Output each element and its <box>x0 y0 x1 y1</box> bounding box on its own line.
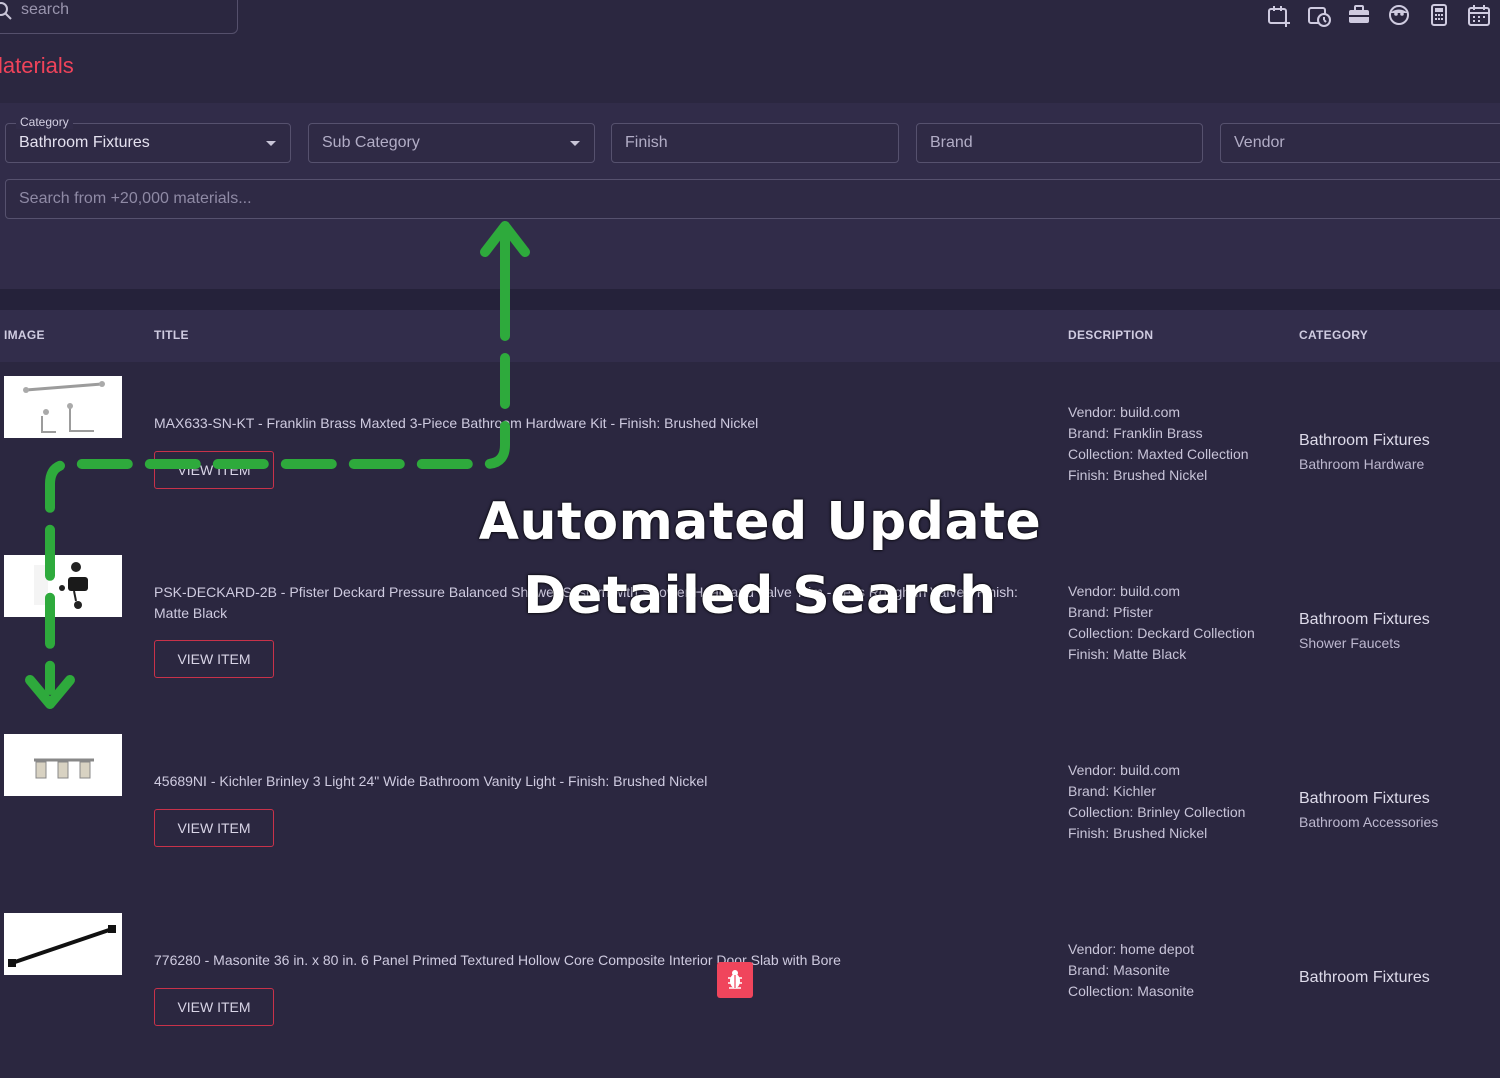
divider-band <box>0 289 1500 310</box>
calendar-plus-icon[interactable] <box>1266 2 1292 28</box>
bug-icon <box>728 970 742 989</box>
bug-report-button[interactable] <box>717 962 753 998</box>
desc-collection: Collection: Masonite <box>1068 983 1195 999</box>
item-title: 776280 - Masonite 36 in. x 80 in. 6 Pane… <box>154 952 841 968</box>
desc-collection: Collection: Brinley Collection <box>1068 804 1246 820</box>
subcategory-select[interactable]: Sub Category <box>308 123 595 163</box>
desc-collection: Collection: Deckard Collection <box>1068 625 1255 641</box>
finish-placeholder: Finish <box>625 134 668 151</box>
category-label: Category <box>16 115 73 129</box>
chevron-down-icon <box>570 141 580 146</box>
desc-brand: Brand: Kichler <box>1068 783 1156 799</box>
category-select[interactable]: Category Bathroom Fixtures <box>5 115 291 163</box>
desc-collection: Collection: Maxted Collection <box>1068 446 1249 462</box>
item-description: Vendor: build.com Brand: Franklin Brass … <box>1068 402 1249 486</box>
vendor-placeholder: Vendor <box>1234 134 1285 151</box>
item-title: 45689NI - Kichler Brinley 3 Light 24" Wi… <box>154 773 708 789</box>
item-title: MAX633-SN-KT - Franklin Brass Maxted 3-P… <box>154 415 759 431</box>
product-image <box>4 734 122 796</box>
overlay-caption-line2: Detailed Search <box>523 566 997 626</box>
global-search-placeholder: search <box>21 1 70 18</box>
view-item-button[interactable]: VIEW ITEM <box>154 988 274 1026</box>
search-icon <box>0 2 12 20</box>
table-header: IMAGE TITLE DESCRIPTION CATEGORY <box>0 310 1500 363</box>
item-subcategory: Bathroom Accessories <box>1299 814 1439 830</box>
desc-finish: Finish: Brushed Nickel <box>1068 825 1208 841</box>
chevron-down-icon <box>266 141 276 146</box>
calculator-icon[interactable] <box>1426 2 1452 28</box>
item-subcategory: Bathroom Hardware <box>1299 456 1425 472</box>
item-category: Bathroom Fixtures <box>1299 790 1430 807</box>
briefcase-icon[interactable] <box>1346 2 1372 28</box>
top-bar: search laterials <box>0 0 1500 100</box>
calendar-icon[interactable] <box>1466 2 1492 28</box>
desc-brand: Brand: Franklin Brass <box>1068 425 1203 441</box>
desc-finish: Finish: Matte Black <box>1068 646 1187 662</box>
face-icon[interactable] <box>1386 2 1412 28</box>
product-image <box>4 913 122 975</box>
item-category: Bathroom Fixtures <box>1299 432 1430 449</box>
page-title: laterials <box>0 53 74 78</box>
global-search-input[interactable]: search <box>0 0 238 34</box>
item-description: Vendor: home depot Brand: Masonite Colle… <box>1068 939 1194 1002</box>
desc-vendor: Vendor: home depot <box>1068 941 1195 957</box>
overlay-caption-line1: Automated Update <box>478 492 1042 552</box>
view-item-button[interactable]: VIEW ITEM <box>154 809 274 847</box>
calendar-clock-icon[interactable] <box>1306 2 1332 28</box>
finish-input[interactable]: Finish <box>611 123 899 163</box>
table-row: 45689NI - Kichler Brinley 3 Light 24" Wi… <box>0 720 1500 900</box>
product-image <box>4 376 122 438</box>
item-subcategory: Shower Faucets <box>1299 635 1401 651</box>
materials-search-input[interactable]: Search from +20,000 materials... <box>5 179 1500 219</box>
item-description: Vendor: build.com Brand: Kichler Collect… <box>1068 760 1245 844</box>
category-value: Bathroom Fixtures <box>19 134 150 151</box>
brand-input[interactable]: Brand <box>916 123 1203 163</box>
column-header-description: DESCRIPTION <box>1068 328 1154 342</box>
desc-brand: Brand: Masonite <box>1068 962 1170 978</box>
materials-search-placeholder: Search from +20,000 materials... <box>19 190 252 207</box>
desc-vendor: Vendor: build.com <box>1068 762 1181 778</box>
column-header-title: TITLE <box>154 328 189 342</box>
toolbar-icons <box>1266 2 1492 28</box>
column-header-image: IMAGE <box>4 328 45 342</box>
desc-vendor: Vendor: build.com <box>1068 404 1181 420</box>
brand-placeholder: Brand <box>930 134 973 151</box>
subcategory-placeholder: Sub Category <box>322 134 420 151</box>
desc-finish: Finish: Brushed Nickel <box>1068 467 1208 483</box>
vendor-input[interactable]: Vendor <box>1220 123 1500 163</box>
view-item-button[interactable]: VIEW ITEM <box>154 640 274 678</box>
item-category: Bathroom Fixtures <box>1299 969 1430 986</box>
column-header-category: CATEGORY <box>1299 328 1369 342</box>
filters-panel: Category Bathroom Fixtures Sub Category … <box>0 103 1500 289</box>
view-item-button[interactable]: VIEW ITEM <box>154 451 274 489</box>
